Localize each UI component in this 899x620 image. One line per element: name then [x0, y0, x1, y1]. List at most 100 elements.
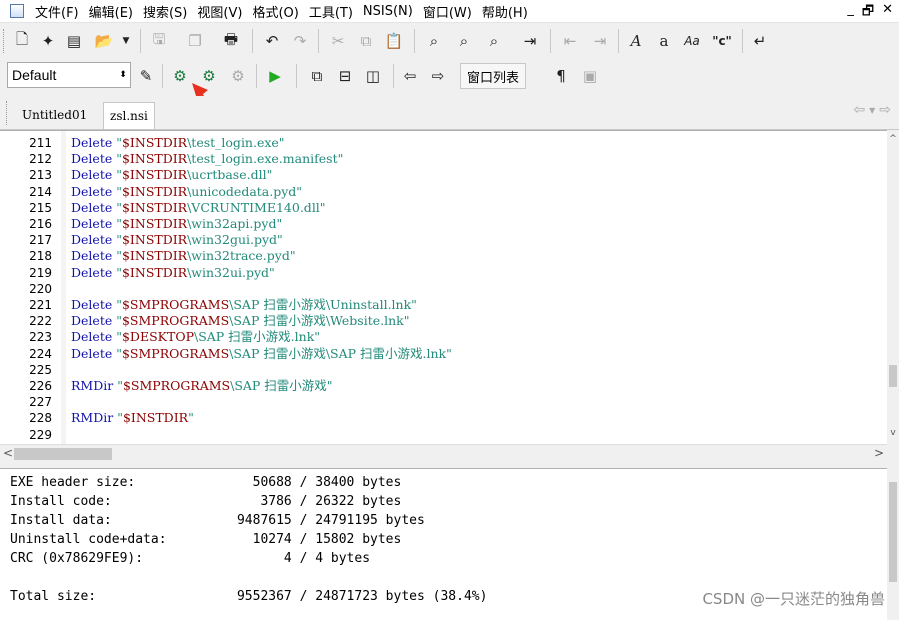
open-folder-icon[interactable]: 📂 [92, 29, 116, 53]
string-literal: \win32api.pyd" [187, 216, 283, 231]
tile-horizontal-icon[interactable]: ⊟ [333, 64, 357, 88]
paste-icon[interactable]: 📋 [382, 29, 406, 53]
menu-view[interactable]: 视图(V) [192, 2, 247, 21]
menu-nsis[interactable]: NSIS(N) [358, 4, 418, 19]
line-number: 225 [29, 362, 52, 377]
keyword: Delete [71, 264, 113, 280]
tab-dropdown-icon[interactable]: ▼ [869, 102, 875, 120]
line-number: 216 [29, 217, 52, 231]
line-number: 213 [29, 168, 52, 183]
code-text: Delete "$INSTDIR\unicodedata.pyd" [71, 183, 303, 199]
string-literal: \test_login.exe" [187, 135, 285, 150]
menu-format[interactable]: 格式(O) [247, 2, 303, 21]
open-dropdown-icon[interactable]: ▼ [114, 29, 138, 53]
redo-icon[interactable]: ↷ [288, 29, 312, 53]
keyword: Delete [71, 345, 113, 361]
find-next-icon[interactable]: ⌕ [452, 29, 476, 53]
replace-icon[interactable]: ⌕ [482, 29, 506, 53]
scroll-left-icon[interactable]: < [3, 446, 13, 460]
quote-icon[interactable]: "c" [710, 29, 734, 53]
copy-icon[interactable]: ⧉ [354, 29, 378, 53]
prev-window-icon[interactable]: ⇦ [398, 64, 422, 88]
save-all-icon[interactable]: ❐ [183, 29, 207, 53]
variable: $SMPROGRAMS [122, 378, 231, 393]
paragraph-icon[interactable]: ¶ [549, 64, 573, 88]
lowercase-icon[interactable]: a [652, 29, 676, 53]
scroll-down-icon[interactable]: v [887, 428, 899, 440]
tab-zsl-nsi[interactable]: zsl.nsi [103, 102, 155, 129]
line-number: 212 [29, 152, 52, 167]
code-text: Delete "$INSTDIR\test_login.exe" [71, 135, 285, 150]
properties-icon[interactable]: ▣ [578, 64, 602, 88]
scroll-up-icon[interactable]: ^ [887, 134, 899, 146]
goto-line-icon[interactable]: ⇥ [518, 29, 542, 53]
watermark: CSDN @一只迷茫的独角兽 [702, 590, 885, 608]
save-icon[interactable]: 🖫 [147, 29, 171, 53]
run-icon[interactable]: ▶ [263, 64, 287, 88]
editor-scroll-thumb[interactable] [889, 365, 897, 387]
output-scroll-thumb[interactable] [889, 482, 897, 582]
spin-arrows-icon[interactable]: ⬍ [116, 70, 130, 80]
keyword: Delete [71, 151, 113, 167]
restore-button[interactable]: 🗗 [862, 2, 874, 24]
new-file-icon[interactable]: 🗋 [10, 29, 34, 53]
line-number: 218 [29, 249, 52, 264]
line-number: 215 [29, 200, 52, 215]
code-line: 215 Delete "$INSTDIR\VCRUNTIME140.dll" [0, 200, 887, 216]
cut-icon[interactable]: ✂ [326, 29, 350, 53]
line-number: 226 [29, 379, 52, 393]
string-literal: \SAP 扫雷小游戏\SAP 扫雷小游戏.lnk" [229, 345, 452, 361]
font-icon[interactable]: A [624, 29, 648, 53]
tab-forward-icon[interactable]: ⇨ [879, 102, 891, 120]
code-editor[interactable]: 211 Delete "$INSTDIR\test_login.exe" 212 De… [0, 130, 887, 445]
variable: $INSTDIR [121, 135, 188, 150]
editor-vertical-scrollbar[interactable]: ^ v [887, 130, 899, 444]
string-literal: \ucrtbase.dll" [187, 167, 273, 183]
toolbar-grip[interactable] [3, 29, 7, 53]
tab-untitled01[interactable]: Untitled01 [16, 102, 93, 128]
variable: $INSTDIR [121, 264, 188, 280]
style-select[interactable]: Default ⬍ [7, 62, 131, 88]
horizontal-scroll-thumb[interactable] [14, 448, 112, 460]
keyword: Delete [71, 232, 113, 248]
case-toggle-icon[interactable]: Aa [680, 29, 704, 53]
output-scrollbar[interactable] [887, 468, 899, 619]
find-icon[interactable]: ⌕ [422, 29, 446, 53]
wrap-icon[interactable]: ↵ [748, 29, 772, 53]
scroll-right-icon[interactable]: > [874, 446, 884, 460]
code-line: 213 Delete "$INSTDIR\ucrtbase.dll" [0, 167, 887, 183]
undo-icon[interactable]: ↶ [260, 29, 284, 53]
new-wizard-icon[interactable]: ✦ [36, 29, 60, 53]
template-icon[interactable]: ▤ [62, 29, 86, 53]
style-select-value: Default [12, 67, 57, 83]
minimize-button[interactable]: _ [847, 2, 854, 24]
tile-vertical-icon[interactable]: ◫ [361, 64, 385, 88]
print-icon[interactable]: 🖶 [219, 29, 243, 53]
variable: $SMPROGRAMS [121, 345, 230, 361]
menu-window[interactable]: 窗口(W) [418, 2, 477, 21]
window-list-button[interactable]: 窗口列表 [460, 63, 527, 89]
code-line: 227 [0, 394, 887, 410]
code-line: 211 Delete "$INSTDIR\test_login.exe" [0, 135, 887, 151]
close-button[interactable]: ✕ [882, 2, 893, 24]
menu-tools[interactable]: 工具(T) [304, 2, 358, 21]
menu-file[interactable]: 文件(F) [30, 2, 84, 21]
keyword: RMDir [71, 410, 114, 426]
cascade-icon[interactable]: ⧉ [305, 64, 329, 88]
variable: $INSTDIR [121, 216, 188, 231]
menu-help[interactable]: 帮助(H) [477, 2, 533, 21]
outdent-icon[interactable]: ⇥ [588, 29, 612, 53]
keyword: Delete [71, 135, 113, 150]
editor-horizontal-scrollbar[interactable]: < > [0, 444, 887, 463]
menu-edit[interactable]: 编辑(E) [84, 2, 138, 21]
menu-search[interactable]: 搜索(S) [138, 2, 192, 21]
variable: $INSTDIR [121, 248, 188, 264]
tab-back-icon[interactable]: ⇦ [853, 102, 865, 120]
code-text: Delete "$INSTDIR\win32ui.pyd" [71, 264, 275, 280]
indent-icon[interactable]: ⇤ [558, 29, 582, 53]
style-edit-icon[interactable]: ✎ [134, 64, 158, 88]
output-line: CRC (0x78629FE9): 4 / 4 bytes [10, 551, 371, 566]
line-number: 222 [29, 314, 52, 329]
next-window-icon[interactable]: ⇨ [426, 64, 450, 88]
variable: $INSTDIR [121, 151, 188, 167]
